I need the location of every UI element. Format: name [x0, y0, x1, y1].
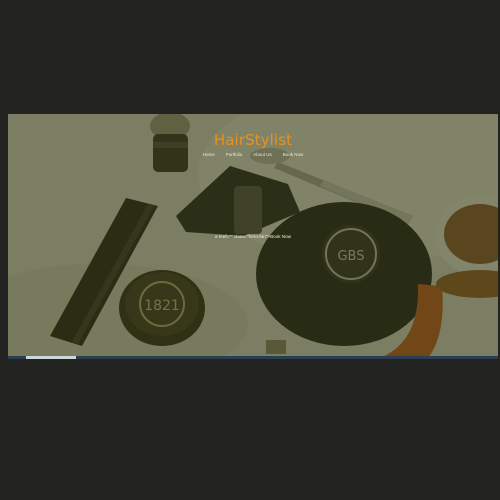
hero-banner: GBS 1821 HairStylist Home Portfolio [8, 114, 498, 359]
scroll-indicator [26, 356, 76, 359]
main-nav: Home Portfolio About Us Book Now [8, 152, 498, 157]
nav-home[interactable]: Home [203, 152, 215, 157]
nav-portfolio[interactable]: Portfolio [226, 152, 243, 157]
nav-book-now[interactable]: Book Now [283, 152, 304, 157]
hero-bottom-bar [8, 356, 498, 359]
nav-about-us[interactable]: About Us [253, 152, 272, 157]
site-logo[interactable]: HairStylist [8, 131, 498, 149]
hero-book-now-text[interactable]: a href="" class="hero-btn">Book Now [8, 234, 498, 239]
page: GBS 1821 HairStylist Home Portfolio [0, 0, 500, 500]
